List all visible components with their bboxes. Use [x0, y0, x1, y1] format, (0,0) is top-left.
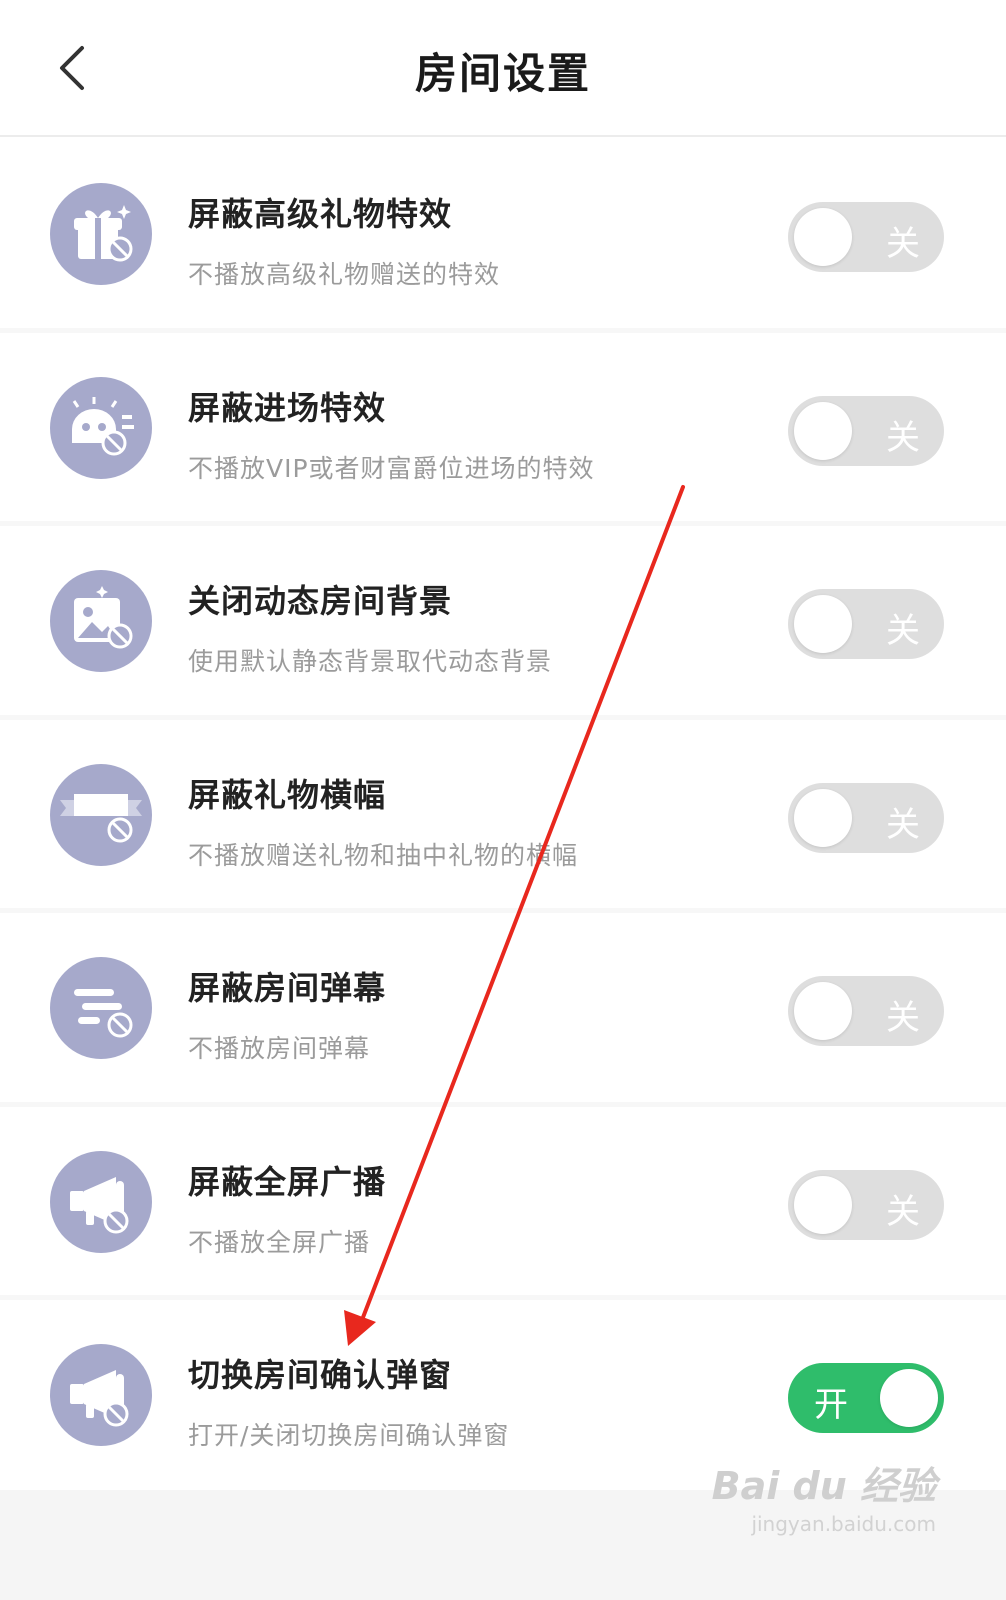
image-blocked-icon	[50, 570, 152, 672]
watermark-url: jingyan.baidu.com	[751, 1512, 936, 1536]
setting-description: 不播放高级礼物赠送的特效	[188, 260, 501, 289]
entrance-effects-toggle[interactable]: 关	[788, 395, 944, 466]
page-title: 房间设置	[414, 49, 591, 98]
setting-description: 不播放赠送礼物和抽中礼物的横幅	[188, 840, 579, 870]
setting-row-entrance-effects: 屏蔽进场特效 不播放VIP或者财富爵位进场的特效 关	[0, 333, 1006, 526]
gift-effects-toggle[interactable]: 关	[788, 202, 944, 272]
toggle-knob	[794, 401, 852, 460]
toggle-knob	[794, 595, 852, 653]
setting-description: 不播放VIP或者财富爵位进场的特效	[188, 453, 595, 483]
gift-blocked-icon	[50, 183, 152, 285]
toggle-knob	[794, 788, 852, 847]
toggle-state-label: 关	[886, 417, 920, 458]
toggle-state-label: 关	[886, 804, 920, 845]
toggle-knob	[794, 982, 852, 1040]
setting-description: 不播放房间弹幕	[188, 1034, 371, 1063]
setting-title: 关闭动态房间背景	[188, 582, 453, 620]
banner-blocked-icon	[50, 763, 152, 866]
toggle-knob	[880, 1369, 938, 1427]
setting-title: 屏蔽礼物横幅	[188, 775, 387, 814]
megaphone-blocked-icon	[50, 1150, 152, 1253]
toggle-state-label: 关	[886, 998, 920, 1038]
watermark: Bai du 经验	[711, 1464, 936, 1508]
setting-row-fullscreen-broadcast: 屏蔽全屏广播 不播放全屏广播 关	[0, 1107, 1006, 1300]
setting-title: 屏蔽全屏广播	[188, 1162, 387, 1201]
settings-list: 屏蔽高级礼物特效 不播放高级礼物赠送的特效 关 屏蔽进场特效 不播放VIP或者财…	[0, 139, 1006, 1494]
setting-description: 使用默认静态背景取代动态背景	[188, 647, 553, 676]
setting-title: 屏蔽进场特效	[188, 388, 387, 427]
fullscreen-broadcast-toggle[interactable]: 关	[788, 1169, 944, 1240]
toggle-state-label: 关	[886, 224, 920, 264]
setting-description: 打开/关闭切换房间确认弹窗	[188, 1421, 510, 1450]
setting-title: 屏蔽高级礼物特效	[188, 195, 453, 233]
toggle-state-label: 开	[814, 1385, 848, 1425]
toggle-knob	[794, 208, 852, 266]
dynamic-background-toggle[interactable]: 关	[788, 589, 944, 659]
megaphone-blocked-icon	[50, 1344, 152, 1446]
setting-row-dynamic-background: 关闭动态房间背景 使用默认静态背景取代动态背景 关	[0, 526, 1006, 720]
setting-row-danmaku: 屏蔽房间弹幕 不播放房间弹幕 关	[0, 913, 1006, 1107]
toggle-state-label: 关	[886, 1191, 920, 1232]
setting-row-gift-effects: 屏蔽高级礼物特效 不播放高级礼物赠送的特效 关	[0, 139, 1006, 333]
header-bar: 房间设置	[0, 0, 1006, 137]
toggle-knob	[794, 1175, 852, 1234]
danmaku-toggle[interactable]: 关	[788, 976, 944, 1046]
gift-banner-toggle[interactable]: 关	[788, 782, 944, 853]
danmaku-blocked-icon	[50, 957, 152, 1059]
setting-title: 屏蔽房间弹幕	[188, 969, 387, 1007]
entrance-effect-blocked-icon	[50, 376, 152, 479]
setting-row-gift-banner: 屏蔽礼物横幅 不播放赠送礼物和抽中礼物的横幅 关	[0, 720, 1006, 913]
toggle-state-label: 关	[886, 611, 920, 651]
setting-title: 切换房间确认弹窗	[188, 1356, 453, 1394]
setting-description: 不播放全屏广播	[188, 1227, 371, 1257]
switch-room-confirm-toggle[interactable]: 开	[788, 1363, 944, 1433]
